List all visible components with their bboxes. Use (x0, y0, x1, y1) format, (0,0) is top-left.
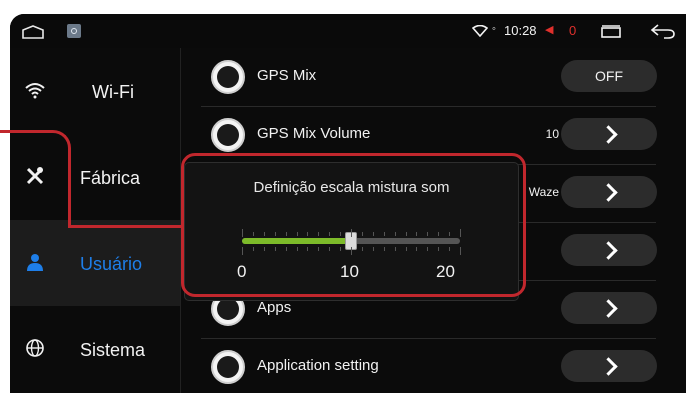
gps-mix-toggle[interactable]: OFF (561, 60, 657, 92)
callout-highlight (181, 153, 526, 297)
row-label: Application setting (257, 357, 379, 374)
location-icon: ◦ (492, 23, 496, 35)
open-button[interactable] (561, 118, 657, 150)
sidebar-item-usuario[interactable]: Usuário (10, 220, 180, 306)
callout-line (0, 130, 50, 133)
callout-connector (47, 130, 71, 228)
chevron-right-icon (599, 299, 618, 318)
settings-sidebar: Wi-Fi Fábrica Usuário Sistema (10, 48, 180, 393)
list-item-application-setting[interactable]: Application setting (201, 338, 657, 393)
user-icon (27, 254, 43, 271)
list-item-gps-mix[interactable]: GPS Mix OFF (201, 48, 657, 107)
sidebar-item-label: Fábrica (80, 168, 141, 188)
android-icon (211, 350, 245, 384)
back-icon[interactable] (650, 23, 676, 39)
tools-icon (26, 167, 44, 185)
callout-line (68, 225, 184, 228)
sidebar-item-label: Sistema (80, 340, 146, 360)
wifi-icon (472, 25, 488, 37)
chevron-right-icon (599, 125, 618, 144)
row-label: Apps (257, 299, 292, 316)
globe-icon (26, 339, 44, 357)
home-icon[interactable] (22, 25, 44, 39)
volume-icon[interactable]: ◀ (545, 23, 553, 36)
open-button[interactable] (561, 292, 657, 324)
clock: 10:28 (504, 23, 537, 38)
sidebar-item-wifi[interactable]: Wi-Fi (10, 48, 180, 134)
status-bar: ◦ 10:28 ◀ 0 (10, 14, 686, 48)
app-icon[interactable] (67, 24, 81, 38)
wifi-icon (25, 83, 45, 99)
open-button[interactable] (561, 234, 657, 266)
row-label: GPS Mix Volume (257, 125, 371, 142)
row-label: GPS Mix (257, 67, 317, 84)
chevron-right-icon (599, 183, 618, 202)
open-button[interactable] (561, 176, 657, 208)
chevron-right-icon (599, 357, 618, 376)
volume-level: 0 (569, 23, 577, 38)
satellite-icon (211, 60, 245, 94)
sidebar-item-label: Wi-Fi (92, 82, 134, 102)
volume-bars-icon (211, 118, 245, 152)
sidebar-item-label: Usuário (80, 254, 143, 274)
sidebar-item-fabrica[interactable]: Fábrica (10, 134, 180, 220)
recents-icon[interactable] (600, 25, 622, 38)
row-value: 10 (545, 127, 559, 141)
chevron-right-icon (599, 241, 618, 260)
open-button[interactable] (561, 350, 657, 382)
sidebar-item-sistema[interactable]: Sistema (10, 306, 180, 392)
